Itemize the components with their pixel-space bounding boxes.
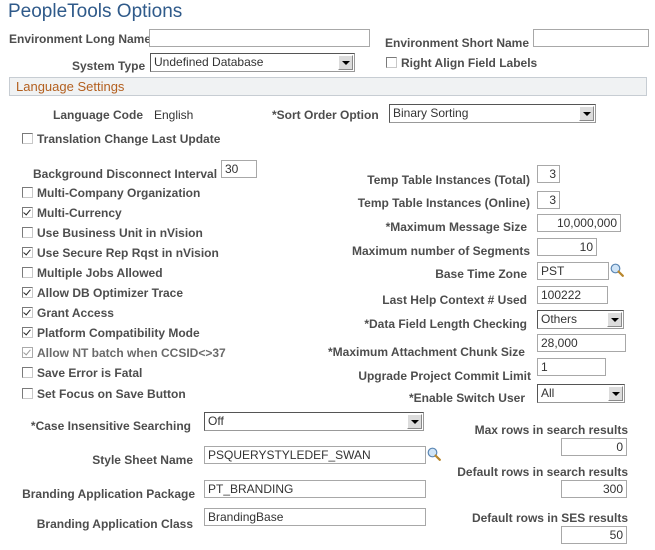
grant-access-checkbox[interactable] <box>22 307 33 318</box>
section-title: Language Settings <box>16 79 125 94</box>
multiple-jobs-checkbox[interactable] <box>22 267 33 278</box>
focus-save-button-checkbox[interactable] <box>22 388 33 399</box>
env-short-name-label: Environment Short Name <box>385 36 530 50</box>
base-tz-input[interactable]: PST <box>537 262 609 280</box>
chevron-down-icon[interactable] <box>407 414 422 429</box>
max-msg-size-input[interactable]: 10,000,000 <box>537 214 621 232</box>
translation-change-checkbox[interactable] <box>22 133 33 144</box>
focus-save-button-label: Set Focus on Save Button <box>37 387 186 401</box>
system-type-label: System Type <box>72 59 146 73</box>
chevron-down-icon[interactable] <box>608 386 623 401</box>
temp-online-input[interactable]: 3 <box>537 191 560 209</box>
last-help-label: Last Help Context # Used <box>382 293 527 307</box>
upgrade-commit-label: Upgrade Project Commit Limit <box>358 369 531 383</box>
temp-total-input[interactable]: 3 <box>537 165 560 183</box>
magnifier-icon[interactable] <box>427 447 441 461</box>
default-rows-label: Default rows in search results <box>457 465 628 479</box>
multi-company-checkbox[interactable] <box>22 187 33 198</box>
right-align-label: Right Align Field Labels <box>401 56 538 70</box>
chevron-down-icon[interactable] <box>607 312 622 327</box>
platform-compat-checkbox[interactable] <box>22 327 33 338</box>
language-code-value: English <box>154 108 194 122</box>
style-sheet-input[interactable]: PSQUERYSTYLEDEF_SWAN <box>204 446 426 464</box>
multi-company-label: Multi-Company Organization <box>37 186 201 200</box>
max-attach-input[interactable]: 28,000 <box>537 334 626 352</box>
temp-online-label: Temp Table Instances (Online) <box>357 196 530 210</box>
max-segments-input[interactable]: 10 <box>537 238 597 256</box>
branding-class-label: Branding Application Class <box>36 517 193 531</box>
switch-user-label: *Enable Switch User <box>408 391 525 405</box>
branding-pkg-input[interactable]: PT_BRANDING <box>204 480 426 498</box>
save-error-fatal-checkbox[interactable] <box>22 367 33 378</box>
case-insensitive-label: *Case Insensitive Searching <box>30 419 191 433</box>
env-long-name-input[interactable] <box>149 29 370 47</box>
platform-compat-label: Platform Compatibility Mode <box>37 326 200 340</box>
ses-rows-input[interactable]: 50 <box>561 526 627 544</box>
grant-access-label: Grant Access <box>37 306 114 320</box>
max-segments-label: Maximum number of Segments <box>351 244 530 258</box>
style-sheet-label: Style Sheet Name <box>92 453 193 467</box>
branding-class-input[interactable]: BrandingBase <box>204 508 426 526</box>
switch-user-select[interactable]: All <box>537 384 625 403</box>
secure-rep-nvision-checkbox[interactable] <box>22 247 33 258</box>
data-field-length-select[interactable]: Others <box>537 310 624 329</box>
branding-pkg-label: Branding Application Package <box>22 487 195 501</box>
allow-nt-batch-checkbox <box>22 347 33 358</box>
system-type-select[interactable]: Undefined Database <box>150 53 355 72</box>
data-field-length-label: *Data Field Length Checking <box>364 317 527 331</box>
env-long-name-label: Environment Long Name <box>9 32 152 46</box>
upgrade-commit-input[interactable]: 1 <box>537 358 606 376</box>
bg-disconnect-input[interactable]: 30 <box>221 160 257 178</box>
default-rows-input[interactable]: 300 <box>561 480 627 498</box>
right-align-checkbox[interactable] <box>386 57 397 68</box>
magnifier-icon[interactable] <box>610 263 624 277</box>
business-unit-nvision-checkbox[interactable] <box>22 227 33 238</box>
ses-rows-label: Default rows in SES results <box>471 511 628 525</box>
env-short-name-input[interactable] <box>533 29 649 47</box>
sort-order-select[interactable]: Binary Sorting <box>389 104 596 123</box>
multiple-jobs-label: Multiple Jobs Allowed <box>37 266 163 280</box>
bg-disconnect-label: Background Disconnect Interval <box>33 167 218 181</box>
page-title: PeopleTools Options <box>8 1 183 22</box>
save-error-fatal-label: Save Error is Fatal <box>37 366 143 380</box>
language-code-label: Language Code <box>53 108 144 122</box>
case-insensitive-value: Off <box>208 414 224 428</box>
max-rows-label: Max rows in search results <box>474 423 628 437</box>
case-insensitive-select[interactable]: Off <box>204 412 424 431</box>
sort-order-label: *Sort Order Option <box>272 108 379 122</box>
last-help-input[interactable]: 100222 <box>537 286 608 304</box>
business-unit-nvision-label: Use Business Unit in nVision <box>37 226 203 240</box>
sort-order-value: Binary Sorting <box>393 106 469 120</box>
switch-user-value: All <box>541 386 555 400</box>
multi-currency-label: Multi-Currency <box>37 206 122 220</box>
data-field-length-value: Others <box>541 312 578 326</box>
db-optimizer-trace-checkbox[interactable] <box>22 287 33 298</box>
language-settings-section: Language Settings <box>9 77 647 96</box>
temp-total-label: Temp Table Instances (Total) <box>367 173 530 187</box>
translation-change-label: Translation Change Last Update <box>37 132 221 146</box>
secure-rep-nvision-label: Use Secure Rep Rqst in nVision <box>37 246 219 260</box>
max-msg-size-label: *Maximum Message Size <box>385 220 527 234</box>
max-rows-input[interactable]: 0 <box>561 438 627 456</box>
db-optimizer-trace-label: Allow DB Optimizer Trace <box>37 286 184 300</box>
max-attach-label: *Maximum Attachment Chunk Size <box>328 345 525 359</box>
allow-nt-batch-label: Allow NT batch when CCSID<>37 <box>37 346 226 360</box>
chevron-down-icon[interactable] <box>579 106 594 121</box>
chevron-down-icon[interactable] <box>338 55 353 70</box>
multi-currency-checkbox[interactable] <box>22 207 33 218</box>
system-type-value: Undefined Database <box>154 55 264 69</box>
base-tz-label: Base Time Zone <box>435 267 527 281</box>
